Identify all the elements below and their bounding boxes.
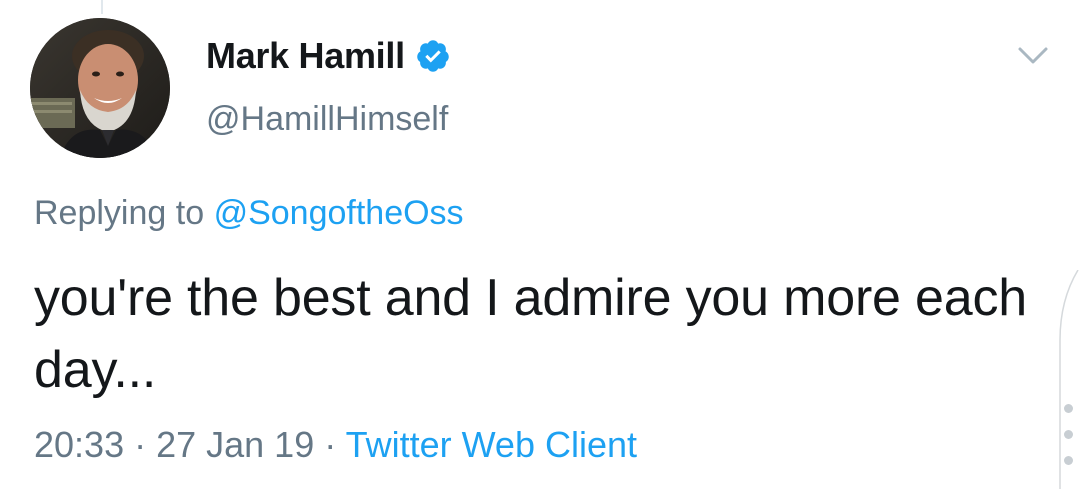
tweet-meta: 20:33 · 27 Jan 19 · Twitter Web Client (34, 424, 637, 466)
tweet-source-link[interactable]: Twitter Web Client (346, 424, 637, 465)
reply-mention-link[interactable]: @SongoftheOss (214, 194, 464, 232)
replying-to-label: Replying to (34, 194, 205, 232)
tweet-text: you're the best and I admire you more ea… (34, 269, 1027, 399)
edge-dot (1064, 430, 1073, 439)
avatar[interactable] (30, 18, 170, 158)
meta-separator: · (314, 424, 346, 465)
author-name-row[interactable]: Mark Hamill (206, 34, 451, 78)
meta-separator: · (124, 424, 157, 465)
thread-connector-line (101, 0, 103, 14)
avatar-photo-icon (30, 18, 170, 158)
tweet-time[interactable]: 20:33 (34, 424, 124, 465)
author-handle[interactable]: @HamillHimself (206, 100, 448, 139)
tweet-date[interactable]: 27 Jan 19 (156, 424, 314, 465)
replying-to-line: Replying to @SongoftheOss (34, 194, 464, 233)
verified-badge-icon (415, 38, 451, 74)
edge-dot (1064, 456, 1073, 465)
edge-dot (1064, 404, 1073, 413)
author-display-name[interactable]: Mark Hamill (206, 35, 405, 77)
chevron-down-icon[interactable] (1016, 44, 1050, 68)
